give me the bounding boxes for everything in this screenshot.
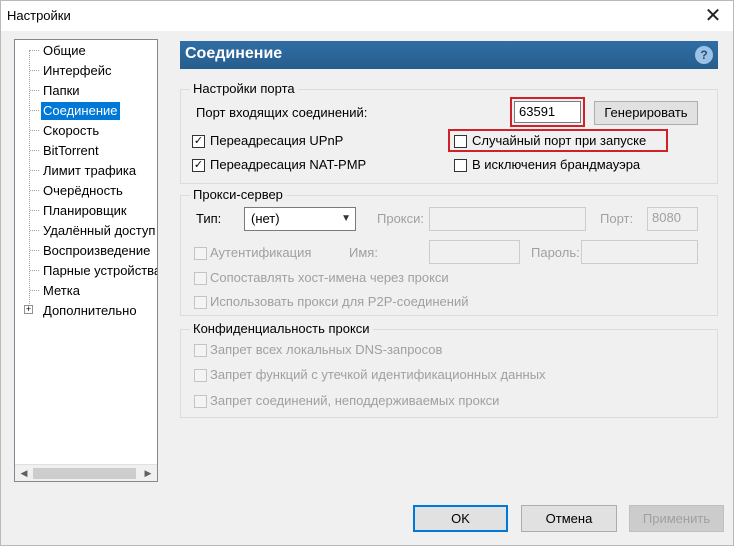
port-group-title: Настройки порта — [190, 82, 298, 96]
proxy-type-label: Тип: — [196, 211, 222, 226]
password-input[interactable] — [581, 240, 698, 264]
proxy-host-label: Прокси: — [377, 211, 425, 226]
proxy-host-input[interactable] — [429, 207, 586, 231]
ok-button[interactable]: OK — [413, 505, 508, 532]
natpmp-label: Переадресация NAT-PMP — [210, 157, 367, 172]
tree-item-queue[interactable]: Очерёдность — [41, 182, 125, 200]
tree-item-paired-devices[interactable]: Парные устройства — [41, 262, 157, 280]
scroll-right-icon[interactable]: ▶ — [140, 466, 156, 481]
tree-connector — [30, 110, 39, 111]
tree-connector — [30, 250, 39, 251]
help-icon[interactable]: ? — [695, 46, 713, 64]
settings-window: Настройки ✕ Общие Интерфейс Папки Соедин… — [0, 0, 734, 546]
random-port-checkbox[interactable] — [454, 135, 467, 148]
natpmp-checkbox[interactable]: ✓ — [192, 159, 205, 172]
title-bar: Настройки ✕ — [1, 1, 733, 31]
port-input[interactable]: 63591 — [514, 101, 581, 123]
tree-item-bittorrent[interactable]: BitTorrent — [41, 142, 101, 160]
tree-connector — [30, 130, 39, 131]
incoming-port-label: Порт входящих соединений: — [196, 105, 368, 120]
resolve-hostnames-checkbox[interactable] — [194, 272, 207, 285]
proxy-type-select[interactable]: (нет) ▼ — [244, 207, 356, 231]
dns-block-label: Запрет всех локальных DNS-запросов — [210, 342, 443, 357]
upnp-checkbox[interactable]: ✓ — [192, 135, 205, 148]
tree-item-traffic-limit[interactable]: Лимит трафика — [41, 162, 138, 180]
proxy-port-label: Порт: — [600, 211, 634, 226]
tree-connector — [30, 170, 39, 171]
tree-item-speed[interactable]: Скорость — [41, 122, 101, 140]
tree-connector — [30, 150, 39, 151]
scroll-left-icon[interactable]: ◀ — [16, 466, 32, 481]
tree-connector — [30, 230, 39, 231]
window-title: Настройки — [7, 8, 71, 23]
random-port-label: Случайный порт при запуске — [472, 133, 647, 148]
proxy-group-title: Прокси-сервер — [190, 188, 286, 202]
cancel-button[interactable]: Отмена — [521, 505, 617, 532]
tree-connector — [30, 270, 39, 271]
unsupported-connections-checkbox[interactable] — [194, 395, 207, 408]
resolve-hostnames-label: Сопоставлять хост-имена через прокси — [210, 270, 449, 285]
tree-connector — [30, 70, 39, 71]
tree-item-playback[interactable]: Воспроизведение — [41, 242, 152, 260]
identity-leak-label: Запрет функций с утечкой идентификационн… — [210, 367, 546, 382]
username-input[interactable] — [429, 240, 520, 264]
horizontal-scrollbar[interactable]: ◀ ▶ — [15, 464, 157, 481]
section-title: Соединение — [185, 45, 283, 62]
firewall-label: В исключения брандмауэра — [472, 157, 641, 172]
upnp-label: Переадресация UPnP — [210, 133, 344, 148]
unsupported-connections-label: Запрет соединений, неподдерживаемых прок… — [210, 393, 500, 408]
tree-item-remote[interactable]: Удалённый доступ — [41, 222, 157, 240]
p2p-proxy-checkbox[interactable] — [194, 296, 207, 309]
proxy-port-input[interactable]: 8080 — [647, 207, 698, 231]
expand-plus-icon[interactable]: + — [24, 305, 33, 314]
p2p-proxy-label: Использовать прокси для P2P-соединений — [210, 294, 469, 309]
tree-connector — [30, 290, 39, 291]
close-icon[interactable]: ✕ — [693, 1, 733, 31]
tree-connector — [30, 190, 39, 191]
apply-button[interactable]: Применить — [629, 505, 724, 532]
tree-item-scheduler[interactable]: Планировщик — [41, 202, 129, 220]
tree-connector — [30, 90, 39, 91]
auth-checkbox[interactable] — [194, 247, 207, 260]
tree-item-advanced[interactable]: Дополнительно — [41, 302, 139, 320]
dns-block-checkbox[interactable] — [194, 344, 207, 357]
auth-label: Аутентификация — [210, 245, 312, 260]
tree-connector — [30, 50, 39, 51]
section-header: Соединение ? — [180, 41, 718, 69]
tree-connector — [30, 210, 39, 211]
tree-item-connection[interactable]: Соединение — [41, 102, 120, 120]
tree-item-folders[interactable]: Папки — [41, 82, 82, 100]
tree-item-interface[interactable]: Интерфейс — [41, 62, 113, 80]
password-label: Пароль: — [531, 245, 580, 260]
scrollbar-thumb[interactable] — [33, 468, 136, 479]
generate-button[interactable]: Генерировать — [594, 101, 698, 125]
username-label: Имя: — [349, 245, 378, 260]
settings-tree: Общие Интерфейс Папки Соединение Скорост… — [14, 39, 158, 482]
proxy-type-value: (нет) — [251, 211, 280, 226]
identity-leak-checkbox[interactable] — [194, 369, 207, 382]
chevron-down-icon: ▼ — [341, 213, 351, 224]
privacy-group-title: Конфиденциальность прокси — [190, 322, 373, 336]
firewall-checkbox[interactable] — [454, 159, 467, 172]
tree-item-label[interactable]: Метка — [41, 282, 82, 300]
tree-item-general[interactable]: Общие — [41, 42, 88, 60]
